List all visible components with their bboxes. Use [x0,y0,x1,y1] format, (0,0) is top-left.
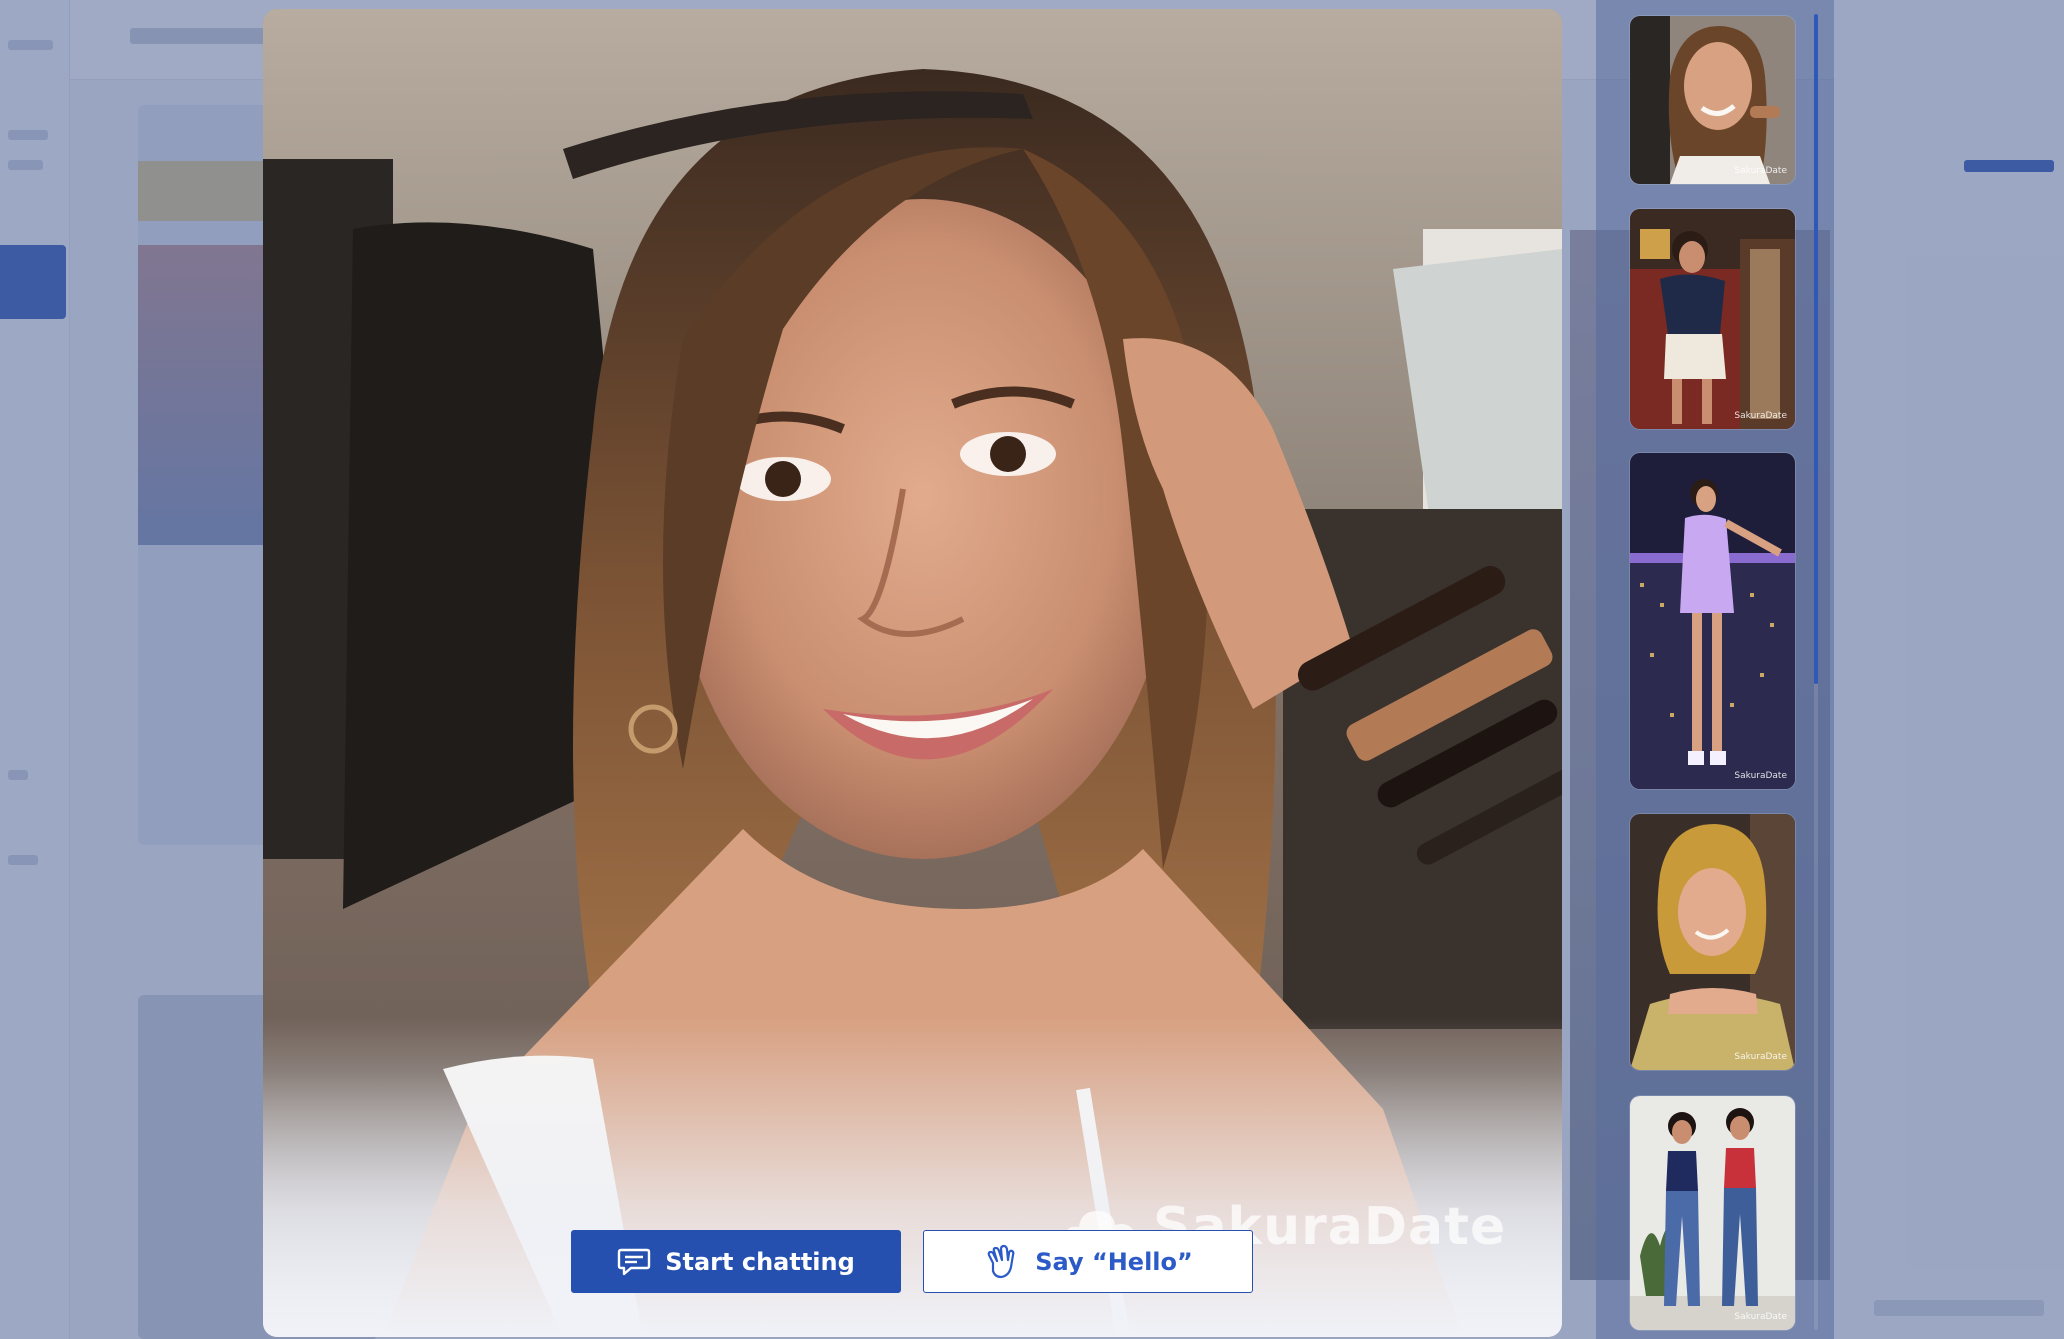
say-hello-button[interactable]: Say “Hello” [923,1230,1253,1293]
start-chatting-label: Start chatting [665,1247,855,1276]
thumbnail-image [1630,209,1795,429]
start-chatting-button[interactable]: Start chatting [571,1230,901,1293]
thumbnail-watermark: SakuraDate [1734,166,1787,176]
photo-actions: Start chatting Say “Hello” [571,1230,1253,1293]
waving-hand-icon [987,1244,1015,1278]
thumbnail-5[interactable]: SakuraDate [1630,1096,1795,1330]
thumbnail-scrollbar[interactable] [1814,14,1818,1330]
thumbnail-1[interactable]: SakuraDate [1630,16,1795,184]
thumbnail-image [1630,16,1795,184]
thumbnail-2[interactable]: SakuraDate [1630,209,1795,429]
thumbnail-watermark: SakuraDate [1734,1312,1787,1322]
thumbnail-watermark: SakuraDate [1734,1052,1787,1062]
thumbnail-image [1630,1096,1795,1330]
photo-viewer: SakuraDate Start chatting Say “Hello” [263,9,1562,1337]
say-hello-label: Say “Hello” [1035,1247,1193,1276]
thumbnail-image [1630,453,1795,789]
thumbnail-4[interactable]: SakuraDate [1630,814,1795,1070]
thumbnail-scrollbar-thumb[interactable] [1814,14,1818,684]
thumbnail-watermark: SakuraDate [1734,411,1787,421]
chat-bubble-icon [618,1248,651,1275]
thumbnail-watermark: SakuraDate [1734,771,1787,781]
thumbnail-strip: SakuraDate SakuraDate SakuraDate SakuraD… [1596,0,1834,1339]
thumbnail-image [1630,814,1795,1070]
thumbnail-3[interactable]: SakuraDate [1630,453,1795,789]
